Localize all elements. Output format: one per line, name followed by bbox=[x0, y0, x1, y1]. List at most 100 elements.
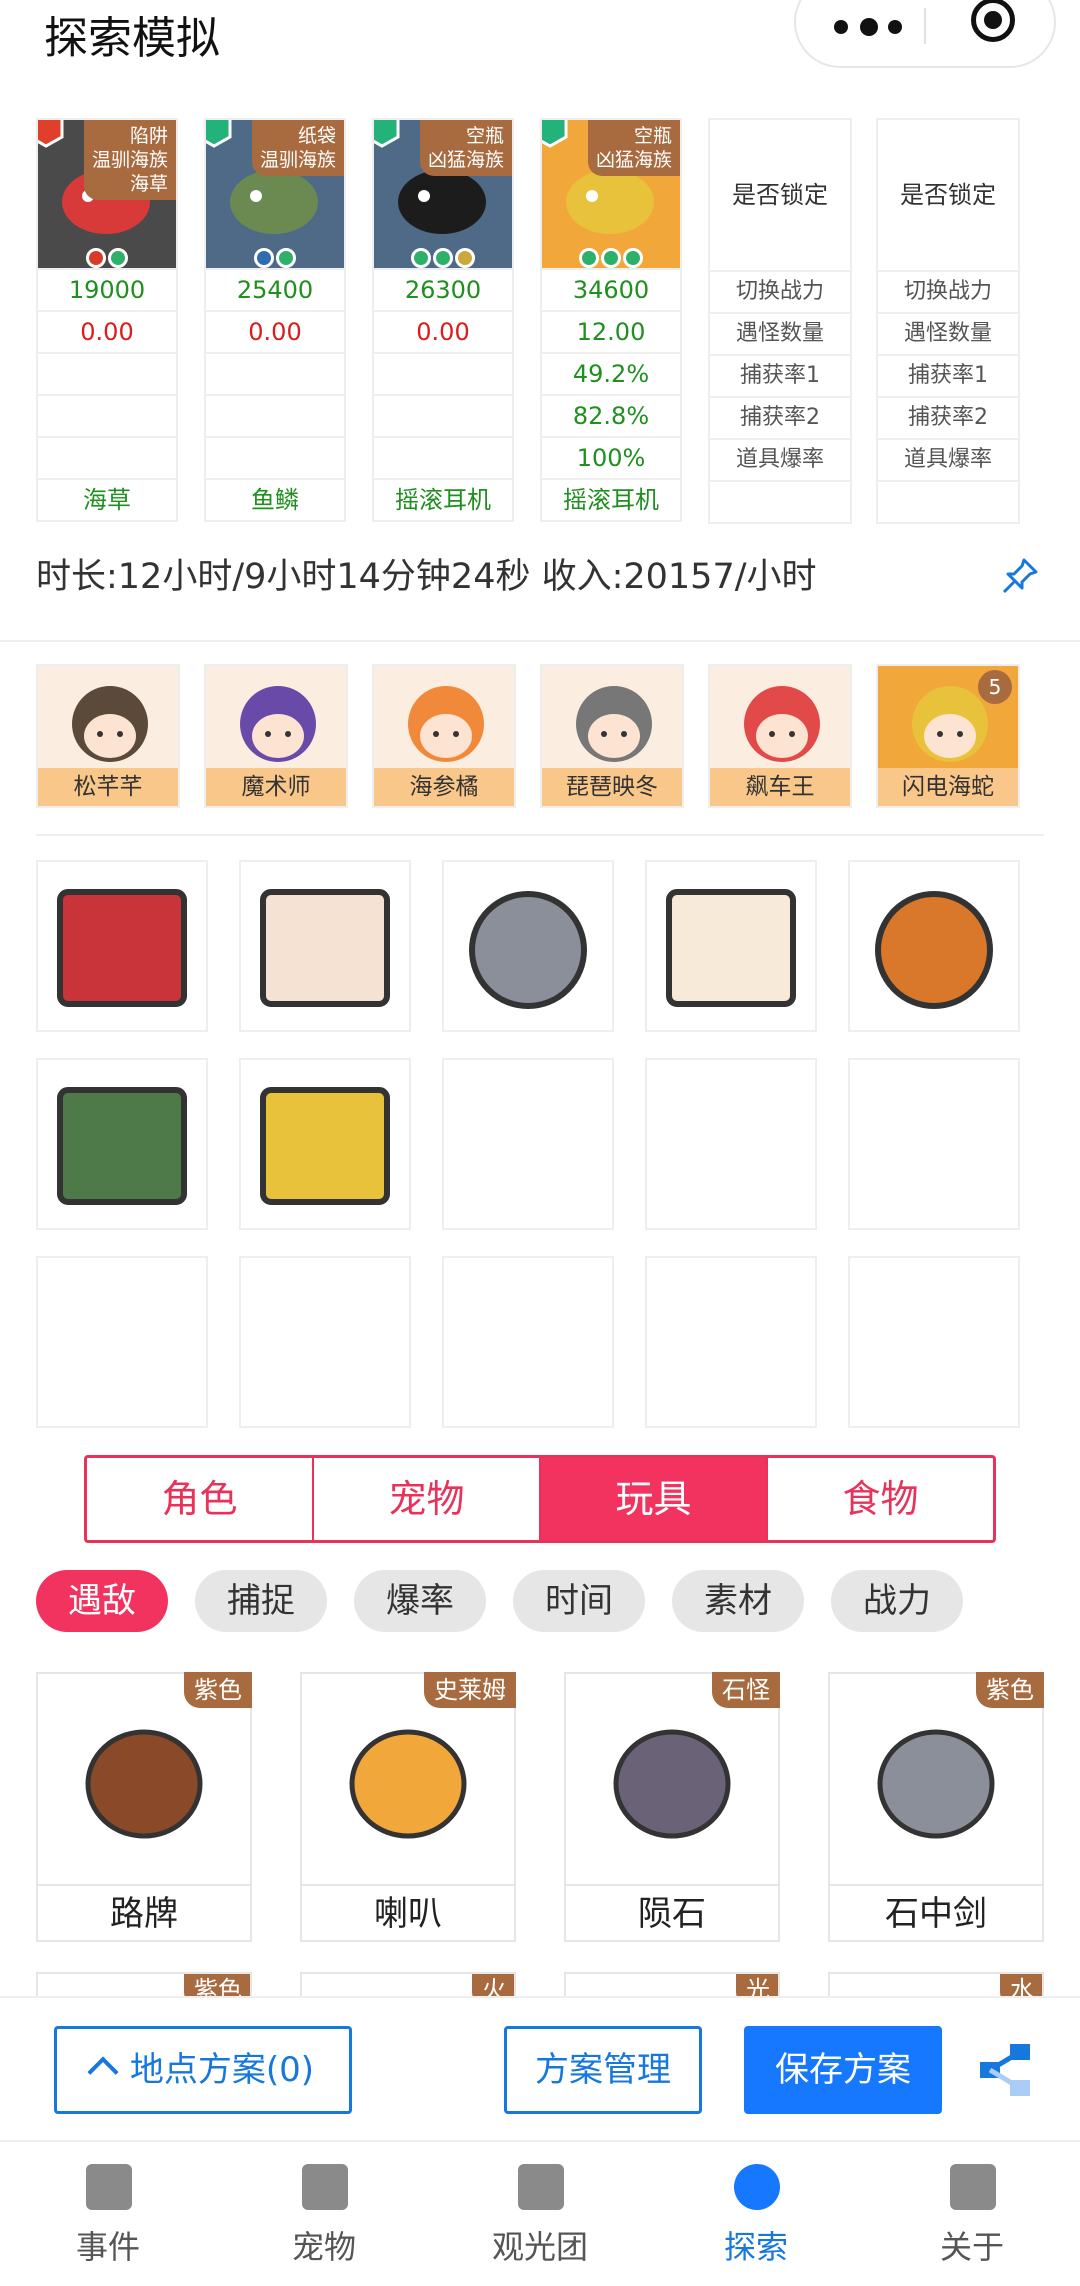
inventory-slot[interactable] bbox=[442, 860, 614, 1032]
nav-item-0[interactable]: 事件 bbox=[0, 2142, 216, 2286]
lock-header[interactable]: 是否锁定 bbox=[710, 120, 850, 270]
lock-column[interactable]: 是否锁定 切换战力 遇怪数量 捕获率1 捕获率2 道具爆率 bbox=[708, 118, 852, 524]
filter-chip[interactable]: 遇敌 bbox=[36, 1570, 168, 1632]
bottom-nav: 事件 宠物 观光团 探索 关于 bbox=[0, 2140, 1080, 2284]
character-slot[interactable]: 闪电海蛇 5 bbox=[876, 664, 1020, 808]
fish-tag-line: 凶猛海族 bbox=[427, 149, 504, 171]
gem-icon bbox=[433, 248, 453, 268]
inventory-slot[interactable] bbox=[239, 1256, 411, 1428]
inventory-slot[interactable] bbox=[36, 860, 208, 1032]
film-icon bbox=[260, 1087, 390, 1205]
lock-option[interactable]: 遇怪数量 bbox=[878, 312, 1018, 354]
inventory-slot[interactable] bbox=[239, 1058, 411, 1230]
inventory-slot[interactable] bbox=[36, 1058, 208, 1230]
character-slot[interactable]: 魔术师 bbox=[204, 664, 348, 808]
inventory-slot[interactable] bbox=[848, 860, 1020, 1032]
fish-column[interactable]: 空瓶 凶猛海族 26300 0.00 摇滚耳机 bbox=[372, 118, 514, 522]
fish-tag-line: 纸袋 bbox=[297, 125, 336, 147]
inventory-slot[interactable] bbox=[645, 1058, 817, 1230]
fish-image[interactable]: 空瓶 凶猛海族 bbox=[542, 120, 680, 268]
lock-column[interactable]: 是否锁定 切换战力 遇怪数量 捕获率1 捕获率2 道具爆率 bbox=[876, 118, 1020, 524]
fish-tag-line: 空瓶 bbox=[465, 125, 504, 147]
item-name: 喇叭 bbox=[374, 1894, 442, 1934]
save-plan-button[interactable]: 保存方案 bbox=[744, 2026, 942, 2114]
character-slot[interactable]: 琵琶映冬 bbox=[540, 664, 684, 808]
inventory-slot[interactable] bbox=[645, 1256, 817, 1428]
item-card[interactable]: 紫色石中剑 bbox=[828, 1672, 1044, 1942]
filter-chip[interactable]: 时间 bbox=[513, 1570, 645, 1632]
lock-option[interactable]: 切换战力 bbox=[878, 270, 1018, 312]
tab-3[interactable]: 食物 bbox=[768, 1458, 993, 1540]
item-tag: 紫色 bbox=[976, 1672, 1044, 1708]
inventory-slot[interactable] bbox=[848, 1058, 1020, 1230]
tab-1[interactable]: 宠物 bbox=[314, 1458, 541, 1540]
lock-header[interactable]: 是否锁定 bbox=[878, 120, 1018, 270]
fish-bait: 海草 bbox=[38, 478, 176, 520]
nav-item-2[interactable]: 观光团 bbox=[432, 2142, 648, 2286]
nav-item-1[interactable]: 宠物 bbox=[216, 2142, 432, 2286]
item-card[interactable]: 石怪 陨石 bbox=[564, 1672, 780, 1942]
lock-option[interactable]: 捕获率1 bbox=[878, 354, 1018, 396]
manage-plan-button[interactable]: 方案管理 bbox=[504, 2026, 702, 2114]
nav-item-3[interactable]: 探索 bbox=[648, 2142, 864, 2286]
element-icon bbox=[542, 120, 570, 148]
lock-option[interactable]: 捕获率2 bbox=[710, 396, 850, 438]
filter-chip[interactable]: 战力 bbox=[831, 1570, 963, 1632]
fish-column[interactable]: 空瓶 凶猛海族 34600 12.00 49.2% 82.8% 100% 摇滚耳机 bbox=[540, 118, 682, 522]
gem-icon bbox=[601, 248, 621, 268]
inventory-slot[interactable] bbox=[645, 860, 817, 1032]
lock-option[interactable]: 捕获率2 bbox=[878, 396, 1018, 438]
item-card[interactable]: 史莱姆 喇叭 bbox=[300, 1672, 516, 1942]
nav-item-4[interactable]: 关于 bbox=[864, 2142, 1080, 2286]
fish-tag: 纸袋 温驯海族 bbox=[251, 120, 344, 176]
fish-image[interactable]: 纸袋 温驯海族 bbox=[206, 120, 344, 268]
chevron-up-icon bbox=[87, 2056, 119, 2088]
inventory-slot[interactable] bbox=[36, 1256, 208, 1428]
letter-icon bbox=[260, 889, 390, 1007]
character-name: 松芊芊 bbox=[38, 768, 178, 806]
cassette-icon bbox=[57, 1087, 187, 1205]
character-avatar bbox=[72, 686, 148, 762]
mini-program-capsule bbox=[794, 0, 1056, 68]
character-avatar bbox=[408, 686, 484, 762]
nav-label: 事件 bbox=[75, 2228, 140, 2266]
filter-chip[interactable]: 素材 bbox=[672, 1570, 804, 1632]
lock-option[interactable]: 遇怪数量 bbox=[710, 312, 850, 354]
share-icon[interactable] bbox=[976, 2040, 1034, 2100]
location-plan-label: 地点方案(0) bbox=[129, 2050, 315, 2090]
more-icon[interactable] bbox=[834, 18, 914, 48]
location-plan-button[interactable]: 地点方案(0) bbox=[54, 2026, 352, 2114]
fish-catch-rate-2 bbox=[38, 394, 176, 436]
tab-0[interactable]: 角色 bbox=[87, 1458, 314, 1540]
fish-drop-rate bbox=[38, 436, 176, 478]
inventory-slot[interactable] bbox=[442, 1256, 614, 1428]
character-slot[interactable]: 松芊芊 bbox=[36, 664, 180, 808]
fish-image[interactable]: 空瓶 凶猛海族 bbox=[374, 120, 512, 268]
inventory-slot[interactable] bbox=[442, 1058, 614, 1230]
item-name: 石中剑 bbox=[885, 1894, 987, 1934]
fish-column[interactable]: 陷阱 温驯海族 海草 19000 0.00 海草 bbox=[36, 118, 178, 522]
inventory-slot[interactable] bbox=[848, 1256, 1020, 1428]
item-card[interactable]: 紫色 路牌 bbox=[36, 1672, 252, 1942]
lock-option[interactable]: 道具爆率 bbox=[710, 438, 850, 480]
character-avatar bbox=[576, 686, 652, 762]
note-icon bbox=[666, 889, 796, 1007]
lock-option[interactable]: 道具爆率 bbox=[878, 438, 1018, 480]
element-icon bbox=[374, 120, 402, 148]
close-record-icon[interactable] bbox=[971, 0, 1015, 42]
fish-tag-line: 海草 bbox=[129, 173, 168, 195]
filter-chip[interactable]: 爆率 bbox=[354, 1570, 486, 1632]
lock-option[interactable]: 捕获率1 bbox=[710, 354, 850, 396]
fish-column[interactable]: 纸袋 温驯海族 25400 0.00 鱼鳞 bbox=[204, 118, 346, 522]
character-slot[interactable]: 飙车王 bbox=[708, 664, 852, 808]
tab-2[interactable]: 玩具 bbox=[541, 1458, 768, 1540]
lock-option[interactable]: 切换战力 bbox=[710, 270, 850, 312]
character-slot[interactable]: 海参橘 bbox=[372, 664, 516, 808]
pin-icon[interactable] bbox=[1000, 556, 1040, 596]
fish-tag-line: 空瓶 bbox=[633, 125, 672, 147]
fish-image[interactable]: 陷阱 温驯海族 海草 bbox=[38, 120, 176, 268]
fish-catch-rate-2 bbox=[374, 394, 512, 436]
inventory-slot[interactable] bbox=[239, 860, 411, 1032]
fish-power: 26300 bbox=[374, 268, 512, 310]
filter-chip[interactable]: 捕捉 bbox=[195, 1570, 327, 1632]
